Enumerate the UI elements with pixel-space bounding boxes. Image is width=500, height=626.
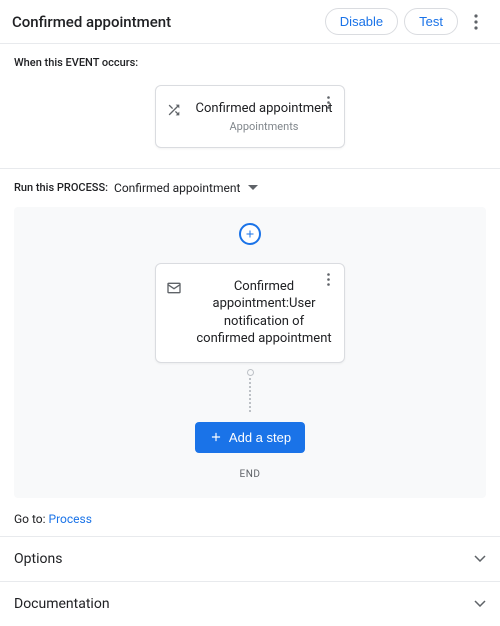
process-dropdown[interactable]: Confirmed appointment xyxy=(114,181,258,195)
add-step-label: Add a step xyxy=(229,430,291,445)
page-title: Confirmed appointment xyxy=(12,13,171,31)
disable-button[interactable]: Disable xyxy=(325,8,398,35)
process-row: Run this PROCESS: Confirmed appointment xyxy=(0,169,500,207)
event-card[interactable]: Confirmed appointment Appointments xyxy=(155,85,345,148)
goto-process-link[interactable]: Process xyxy=(49,512,92,526)
event-section-label: When this EVENT occurs: xyxy=(0,44,500,75)
event-card-subtitle: Appointments xyxy=(194,120,334,133)
process-label: Run this PROCESS: xyxy=(14,181,108,194)
add-node-button[interactable] xyxy=(239,223,261,245)
connector-dot-icon xyxy=(247,369,254,376)
options-label: Options xyxy=(14,551,62,567)
goto-prefix: Go to: xyxy=(14,512,49,526)
goto-row: Go to: Process xyxy=(0,498,500,536)
card-more-icon[interactable] xyxy=(318,92,338,112)
test-button[interactable]: Test xyxy=(404,8,458,35)
chevron-down-icon xyxy=(248,185,258,191)
event-card-title: Confirmed appointment xyxy=(194,100,334,118)
connector xyxy=(247,369,254,412)
documentation-accordion[interactable]: Documentation xyxy=(0,581,500,626)
end-label: END xyxy=(240,469,261,480)
event-area: Confirmed appointment Appointments xyxy=(0,75,500,168)
documentation-label: Documentation xyxy=(14,596,110,612)
process-selected: Confirmed appointment xyxy=(114,181,240,195)
more-menu-icon[interactable] xyxy=(464,10,488,34)
shuffle-icon xyxy=(166,102,184,118)
mail-icon xyxy=(166,280,184,296)
connector-line xyxy=(249,378,251,412)
chevron-down-icon xyxy=(474,555,486,562)
header-bar: Confirmed appointment Disable Test xyxy=(0,0,500,44)
add-step-button[interactable]: Add a step xyxy=(195,422,305,453)
step-card[interactable]: Confirmed appointment:User notification … xyxy=(155,263,345,363)
header-actions: Disable Test xyxy=(325,8,488,35)
process-canvas: Confirmed appointment:User notification … xyxy=(14,207,486,498)
chevron-down-icon xyxy=(474,600,486,607)
options-accordion[interactable]: Options xyxy=(0,536,500,581)
card-more-icon[interactable] xyxy=(318,270,338,290)
step-card-title: Confirmed appointment:User notification … xyxy=(194,278,334,348)
